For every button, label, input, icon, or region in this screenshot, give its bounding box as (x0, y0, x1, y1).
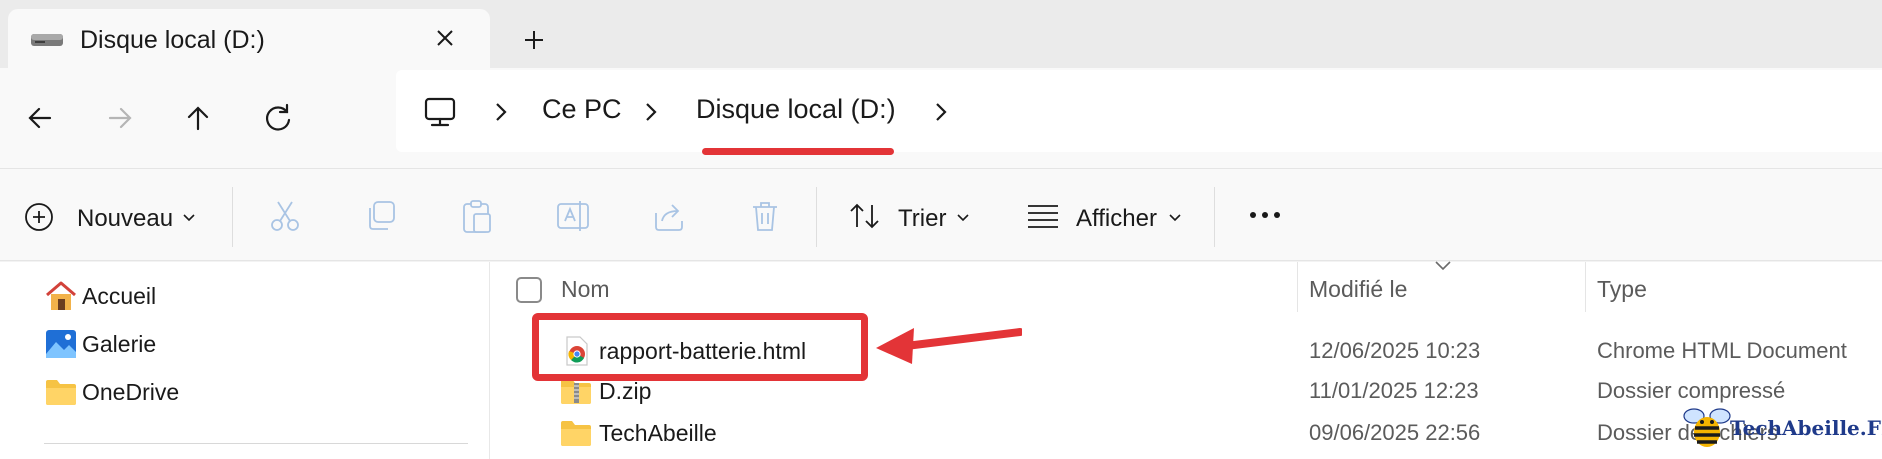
more-options-icon[interactable] (1246, 205, 1286, 225)
separator (1214, 187, 1215, 247)
folder-icon (561, 421, 591, 446)
file-name: TechAbeille (599, 420, 717, 446)
command-bar: Nouveau Trier Afficher (0, 168, 1882, 261)
cut-icon[interactable] (268, 199, 302, 233)
delete-icon[interactable] (748, 199, 782, 233)
chevron-down-icon (1169, 214, 1181, 222)
sidebar-item-label: Galerie (82, 331, 157, 357)
address-bar[interactable]: Ce PC Disque local (D:) (396, 70, 1882, 152)
tab-disque-local[interactable]: Disque local (D:) (8, 9, 490, 68)
view-button[interactable]: Afficher (1026, 169, 1186, 262)
chevron-down-icon (183, 214, 195, 222)
bee-icon (1683, 408, 1731, 447)
annotation-underline (702, 148, 894, 155)
new-button-label: Nouveau (77, 205, 174, 232)
rename-icon[interactable] (556, 199, 590, 233)
sidebar-item-label: Accueil (82, 283, 157, 309)
view-list-icon (1028, 205, 1058, 228)
sort-button[interactable]: Trier (848, 169, 978, 262)
navigation-bar: Ce PC Disque local (D:) (0, 68, 1882, 168)
annotation-arrow-icon (876, 328, 1022, 364)
sort-button-label: Trier (898, 205, 947, 232)
divider (44, 443, 468, 444)
file-name: D.zip (599, 378, 652, 404)
copy-icon[interactable] (364, 199, 398, 233)
file-modified: 09/06/2025 22:56 (1309, 420, 1481, 445)
column-separator[interactable] (1585, 262, 1586, 312)
sidebar-item-galerie[interactable]: Galerie (44, 324, 444, 364)
navigation-pane: Accueil Galerie OneDrive (0, 262, 490, 459)
watermark-text: TechAbeille.FR (1730, 416, 1882, 440)
share-icon[interactable] (652, 199, 686, 233)
sort-chevron-icon (1435, 261, 1451, 271)
separator (232, 187, 233, 247)
folder-icon (46, 380, 76, 405)
plus-circle-icon (25, 203, 53, 231)
column-header-type[interactable]: Type (1597, 276, 1647, 303)
paste-icon[interactable] (460, 199, 494, 235)
chevron-right-icon[interactable] (492, 100, 510, 124)
tab-title: Disque local (D:) (80, 26, 265, 54)
file-type: Chrome HTML Document (1597, 338, 1847, 363)
watermark-logo: TechAbeille.FR (1680, 402, 1882, 452)
plus-icon[interactable] (518, 24, 550, 56)
gallery-icon (46, 330, 76, 358)
column-header-modified[interactable]: Modifié le (1309, 276, 1407, 303)
back-arrow-icon[interactable] (20, 98, 60, 138)
up-arrow-icon[interactable] (178, 98, 218, 138)
close-icon[interactable] (430, 23, 460, 53)
sidebar-item-accueil[interactable]: Accueil (44, 276, 444, 316)
chevron-right-icon[interactable] (642, 100, 660, 124)
file-modified: 12/06/2025 10:23 (1309, 338, 1481, 363)
sidebar-item-label: OneDrive (82, 379, 180, 405)
column-separator[interactable] (1297, 262, 1298, 312)
separator (816, 187, 817, 247)
breadcrumb-disque-local[interactable]: Disque local (D:) (696, 94, 896, 125)
new-button[interactable]: Nouveau (24, 169, 204, 262)
forward-arrow-icon[interactable] (100, 98, 140, 138)
refresh-icon[interactable] (258, 98, 298, 138)
file-type: Dossier compressé (1597, 378, 1786, 403)
sort-arrows-icon (850, 203, 879, 229)
chevron-down-icon (957, 214, 969, 222)
file-row[interactable]: TechAbeille 09/06/2025 22:56 Dossier de … (491, 412, 1882, 454)
annotation-highlight-box (532, 313, 868, 381)
chevron-right-icon[interactable] (932, 100, 950, 124)
computer-icon (424, 97, 456, 127)
breadcrumb-ce-pc[interactable]: Ce PC (542, 94, 622, 125)
title-bar: Disque local (D:) (0, 0, 1882, 68)
file-modified: 11/01/2025 12:23 (1309, 378, 1479, 403)
select-all-checkbox[interactable] (516, 277, 542, 303)
view-button-label: Afficher (1076, 205, 1157, 232)
drive-icon (31, 34, 63, 46)
sidebar-item-onedrive[interactable]: OneDrive (44, 372, 444, 412)
home-icon (46, 281, 76, 310)
column-header-name[interactable]: Nom (561, 276, 610, 303)
